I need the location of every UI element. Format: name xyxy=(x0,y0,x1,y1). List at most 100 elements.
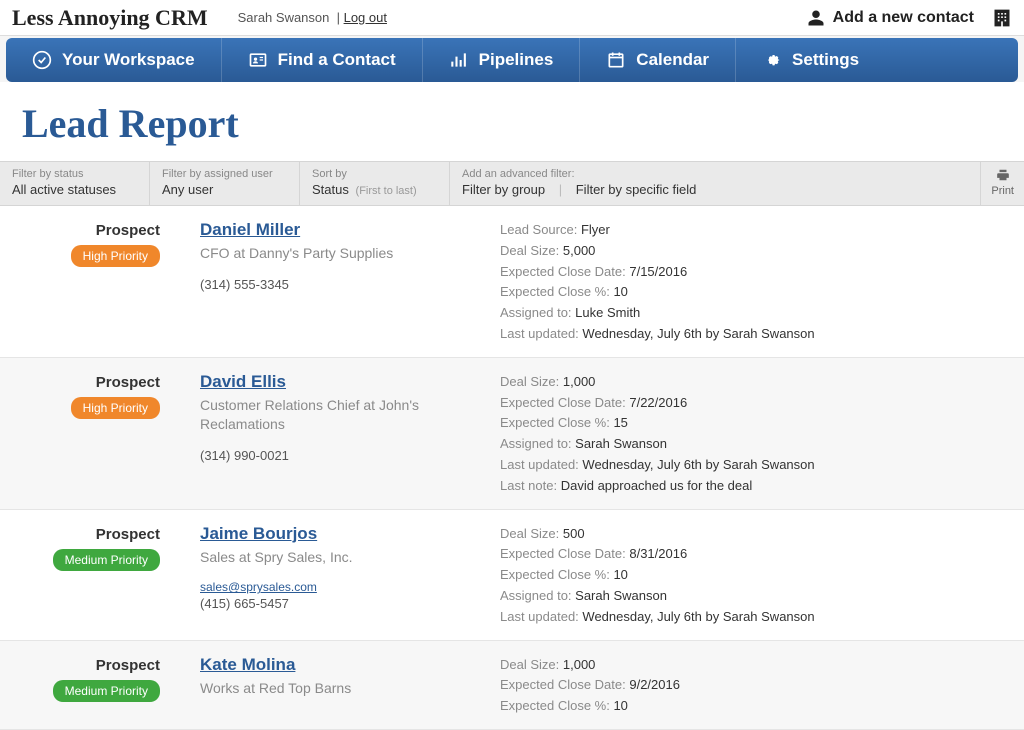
lead-details-column: Deal Size: 1,000Expected Close Date: 7/2… xyxy=(500,372,1024,497)
lead-details-column: Deal Size: 1,000Expected Close Date: 9/2… xyxy=(500,655,1024,717)
filter-assigned[interactable]: Filter by assigned user Any user xyxy=(150,162,300,205)
detail-line: Deal Size: 500 xyxy=(500,524,1024,545)
contact-title: Works at Red Top Barns xyxy=(200,679,480,698)
contact-email[interactable]: sales@sprysales.com xyxy=(200,580,480,594)
detail-value: 9/2/2016 xyxy=(629,677,680,692)
contact-name-link[interactable]: Jaime Bourjos xyxy=(200,524,317,544)
detail-label: Expected Close %: xyxy=(500,415,613,430)
detail-value: 8/31/2016 xyxy=(629,546,687,561)
detail-value: Wednesday, July 6th by Sarah Swanson xyxy=(582,457,814,472)
nav-pipelines-label: Pipelines xyxy=(479,50,554,70)
detail-value: Sarah Swanson xyxy=(575,436,667,451)
detail-label: Expected Close Date: xyxy=(500,677,629,692)
nav-settings[interactable]: Settings xyxy=(736,38,1018,82)
printer-icon xyxy=(994,168,1012,182)
detail-line: Deal Size: 1,000 xyxy=(500,655,1024,676)
lead-contact-column: Kate Molina Works at Red Top Barns xyxy=(200,655,500,717)
top-bar: Less Annoying CRM Sarah Swanson | Log ou… xyxy=(0,0,1024,36)
lead-details-column: Lead Source: FlyerDeal Size: 5,000 Expect… xyxy=(500,220,1024,345)
detail-value: David approached us for the deal xyxy=(561,478,753,493)
detail-label: Last note: xyxy=(500,478,561,493)
check-icon xyxy=(32,50,52,70)
detail-line: Expected Close %: 10 xyxy=(500,696,1024,717)
advanced-filter-label: Add an advanced filter: xyxy=(462,168,968,180)
chart-icon xyxy=(449,50,469,70)
detail-value: Wednesday, July 6th by Sarah Swanson xyxy=(582,326,814,341)
detail-value: 1,000 xyxy=(563,374,596,389)
detail-value: 5,000 xyxy=(563,243,596,258)
filter-assigned-value: Any user xyxy=(162,182,287,197)
print-button[interactable]: Print xyxy=(980,162,1024,205)
lead-status-column: ProspectHigh Priority xyxy=(0,372,200,497)
contact-name-link[interactable]: Kate Molina xyxy=(200,655,295,675)
separator: | xyxy=(559,182,562,197)
priority-badge: High Priority xyxy=(71,397,160,419)
filter-by-group-link[interactable]: Filter by group xyxy=(462,182,545,197)
nav-calendar[interactable]: Calendar xyxy=(580,38,736,82)
detail-line: Last updated: Wednesday, July 6th by Sar… xyxy=(500,324,1024,345)
priority-badge: Medium Priority xyxy=(53,549,160,571)
lead-row: ProspectMedium PriorityKate MolinaWorks … xyxy=(0,641,1024,730)
detail-value: 10 xyxy=(613,567,627,582)
detail-line: Expected Close %: 10 xyxy=(500,282,1024,303)
detail-line: Expected Close Date: 8/31/2016 xyxy=(500,544,1024,565)
detail-value: 500 xyxy=(563,526,585,541)
user-name: Sarah Swanson xyxy=(238,10,330,25)
detail-value: 10 xyxy=(613,698,627,713)
lead-row: ProspectHigh PriorityDaniel MillerCFO at… xyxy=(0,206,1024,358)
nav-workspace[interactable]: Your Workspace xyxy=(6,38,222,82)
add-contact-button[interactable]: Add a new contact xyxy=(807,9,974,27)
filter-status[interactable]: Filter by status All active statuses xyxy=(0,162,150,205)
filter-bar: Filter by status All active statuses Fil… xyxy=(0,161,1024,206)
lead-list: ProspectHigh Priority Daniel Miller CFO at… xyxy=(0,206,1024,730)
contact-title: CFO at Danny's Party Supplies xyxy=(200,244,480,263)
detail-value: 7/15/2016 xyxy=(629,264,687,279)
detail-label: Last updated: xyxy=(500,457,582,472)
detail-value: 10 xyxy=(613,284,627,299)
contact-name-link[interactable]: David Ellis xyxy=(200,372,286,392)
nav-calendar-label: Calendar xyxy=(636,50,709,70)
detail-label: Expected Close %: xyxy=(500,284,613,299)
filter-status-value: All active statuses xyxy=(12,182,137,197)
contact-phone: (314) 555-3345 xyxy=(200,277,480,292)
detail-line: Expected Close %: 15 xyxy=(500,413,1024,434)
nav-workspace-label: Your Workspace xyxy=(62,50,195,70)
detail-value: Sarah Swanson xyxy=(575,588,667,603)
detail-line: Expected Close Date: 7/22/2016 xyxy=(500,393,1024,414)
nav-find-contact[interactable]: Find a Contact xyxy=(222,38,423,82)
lead-row: ProspectHigh PriorityDavid Ellis Customer… xyxy=(0,358,1024,510)
detail-value: 1,000 xyxy=(563,657,596,672)
detail-label: Last updated: xyxy=(500,326,582,341)
detail-label: Deal Size: xyxy=(500,526,563,541)
gear-icon xyxy=(762,50,782,70)
contact-phone: (314) 990-0021 xyxy=(200,448,480,463)
priority-badge: Medium Priority xyxy=(53,680,160,702)
main-nav: Your Workspace Find a Contact Pipelines … xyxy=(6,38,1018,82)
detail-line: Last updated: Wednesday, July 6th by Sar… xyxy=(500,607,1024,628)
detail-label: Assigned to: xyxy=(500,588,575,603)
contact-name-link[interactable]: Daniel Miller xyxy=(200,220,300,240)
contact-title: Customer Relations Chief at John's Recla… xyxy=(200,396,480,434)
logout-link[interactable]: Log out xyxy=(344,10,387,25)
detail-value: Luke Smith xyxy=(575,305,640,320)
detail-line: Lead Source: Flyer xyxy=(500,220,1024,241)
detail-label: Assigned to: xyxy=(500,436,575,451)
calendar-icon xyxy=(606,50,626,70)
lead-contact-column: Daniel Miller CFO at Danny's Party Suppli… xyxy=(200,220,500,345)
priority-badge: High Priority xyxy=(71,245,160,267)
nav-pipelines[interactable]: Pipelines xyxy=(423,38,581,82)
detail-line: Deal Size: 5,000 xyxy=(500,241,1024,262)
lead-row: ProspectMedium PriorityJaime BourjosSale… xyxy=(0,510,1024,641)
detail-label: Deal Size: xyxy=(500,657,563,672)
filter-sort[interactable]: Sort by Status (First to last) xyxy=(300,162,450,205)
building-icon[interactable] xyxy=(992,8,1012,28)
detail-line: Assigned to: Sarah Swanson xyxy=(500,434,1024,455)
person-icon xyxy=(807,9,825,27)
detail-label: Expected Close Date: xyxy=(500,395,629,410)
filter-sort-value: Status xyxy=(312,182,349,197)
detail-line: Deal Size: 1,000 xyxy=(500,372,1024,393)
filter-by-field-link[interactable]: Filter by specific field xyxy=(576,182,697,197)
detail-line: Last note: David approached us for the d… xyxy=(500,476,1024,497)
filter-sort-hint: (First to last) xyxy=(356,185,417,197)
brand-logo: Less Annoying CRM xyxy=(12,5,208,31)
